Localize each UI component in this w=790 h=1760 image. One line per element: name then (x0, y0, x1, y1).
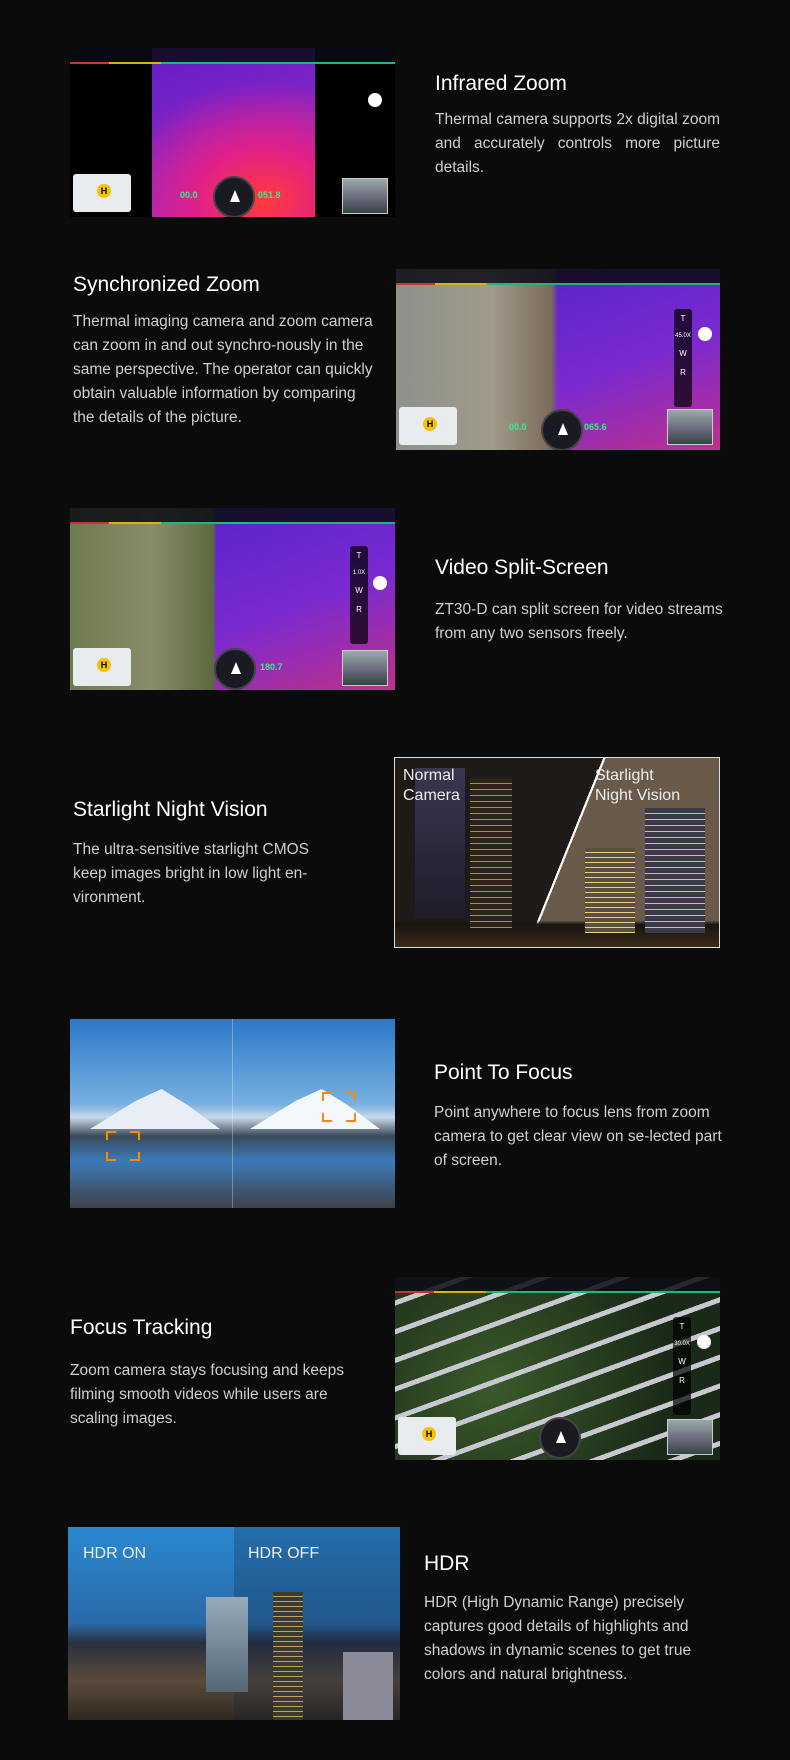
hdr-on-label: HDR ON (83, 1545, 147, 1562)
zoom-wide-button[interactable]: W (350, 581, 368, 600)
starlight-label: Starlight Night Vision (595, 767, 681, 804)
zoom-control[interactable]: T 1.0X W R (350, 546, 368, 644)
compass-icon (213, 176, 255, 217)
compass-icon (214, 648, 256, 690)
minimap[interactable] (73, 648, 131, 686)
section-body: Point anywhere to focus lens from zoom c… (434, 1104, 722, 1169)
shutter-icon[interactable] (373, 576, 387, 590)
zoom-level: 45.0X (675, 333, 691, 339)
pip-view[interactable] (667, 409, 713, 445)
altitude-readout: 180.7 (260, 662, 283, 672)
section-body: HDR (High Dynamic Range) precisely captu… (424, 1594, 692, 1683)
point-to-focus-image (70, 1019, 395, 1208)
shutter-icon[interactable] (368, 93, 382, 107)
zoom-control[interactable]: T 45.0X W R (674, 309, 692, 407)
starlight-comparison-image: Normal Camera Starlight Night Vision (394, 757, 720, 948)
speed-readout: 00.0 (509, 422, 527, 432)
focus-tracking-screenshot: T 30.0X W R (395, 1277, 720, 1460)
pip-view[interactable] (342, 650, 388, 686)
zoom-tele-button[interactable]: T (673, 1317, 691, 1336)
section-title: Infrared Zoom (435, 72, 567, 95)
focus-bracket-icon (106, 1131, 140, 1161)
zoom-wide-button[interactable]: W (673, 1352, 691, 1371)
pip-view[interactable] (342, 178, 388, 214)
zoom-control[interactable]: T 30.0X W R (673, 1317, 691, 1415)
zoom-level: 30.0X (674, 1341, 690, 1347)
zoom-reset-button[interactable]: R (350, 600, 368, 619)
minimap[interactable] (73, 174, 131, 212)
compass-icon (541, 409, 583, 450)
shutter-icon[interactable] (697, 1335, 711, 1349)
zoom-wide-button[interactable]: W (674, 344, 692, 363)
speed-readout: 00.0 (180, 190, 198, 200)
section-body: Thermal camera supports 2x digital zoom … (435, 111, 720, 176)
pip-view[interactable] (667, 1419, 713, 1455)
infrared-zoom-screenshot: 00.0 051.8 (70, 48, 395, 217)
altitude-readout: 065.6 (584, 422, 607, 432)
normal-camera-label: Normal Camera (403, 767, 460, 804)
section-title: Synchronized Zoom (73, 273, 260, 296)
altitude-readout: 051.8 (258, 190, 281, 200)
hdr-off-label: HDR OFF (248, 1545, 320, 1562)
synchronized-zoom-screenshot: 00.0 065.6 T 45.0X W R (396, 269, 720, 450)
section-title: Point To Focus (434, 1061, 573, 1084)
zoom-tele-button[interactable]: T (674, 309, 692, 328)
section-body: Thermal imaging camera and zoom camera c… (73, 313, 373, 426)
section-body: The ultra-sensitive starlight CMOS keep … (73, 841, 310, 906)
compass-icon (539, 1417, 581, 1459)
minimap[interactable] (399, 407, 457, 445)
minimap[interactable] (398, 1417, 456, 1455)
zoom-reset-button[interactable]: R (674, 363, 692, 382)
section-title: Starlight Night Vision (73, 798, 268, 821)
section-title: Focus Tracking (70, 1316, 213, 1339)
hdr-comparison-image: HDR ON HDR OFF (68, 1527, 400, 1720)
section-title: Video Split-Screen (435, 556, 609, 579)
zoom-tele-button[interactable]: T (350, 546, 368, 565)
zoom-reset-button[interactable]: R (673, 1371, 691, 1390)
section-body: ZT30-D can split screen for video stream… (435, 601, 723, 642)
shutter-icon[interactable] (698, 327, 712, 341)
zoom-level: 1.0X (352, 570, 366, 576)
section-title: HDR (424, 1552, 470, 1575)
section-body: Zoom camera stays focusing and keeps fil… (70, 1362, 344, 1427)
split-screen-screenshot: 180.7 T 1.0X W R (70, 508, 395, 690)
